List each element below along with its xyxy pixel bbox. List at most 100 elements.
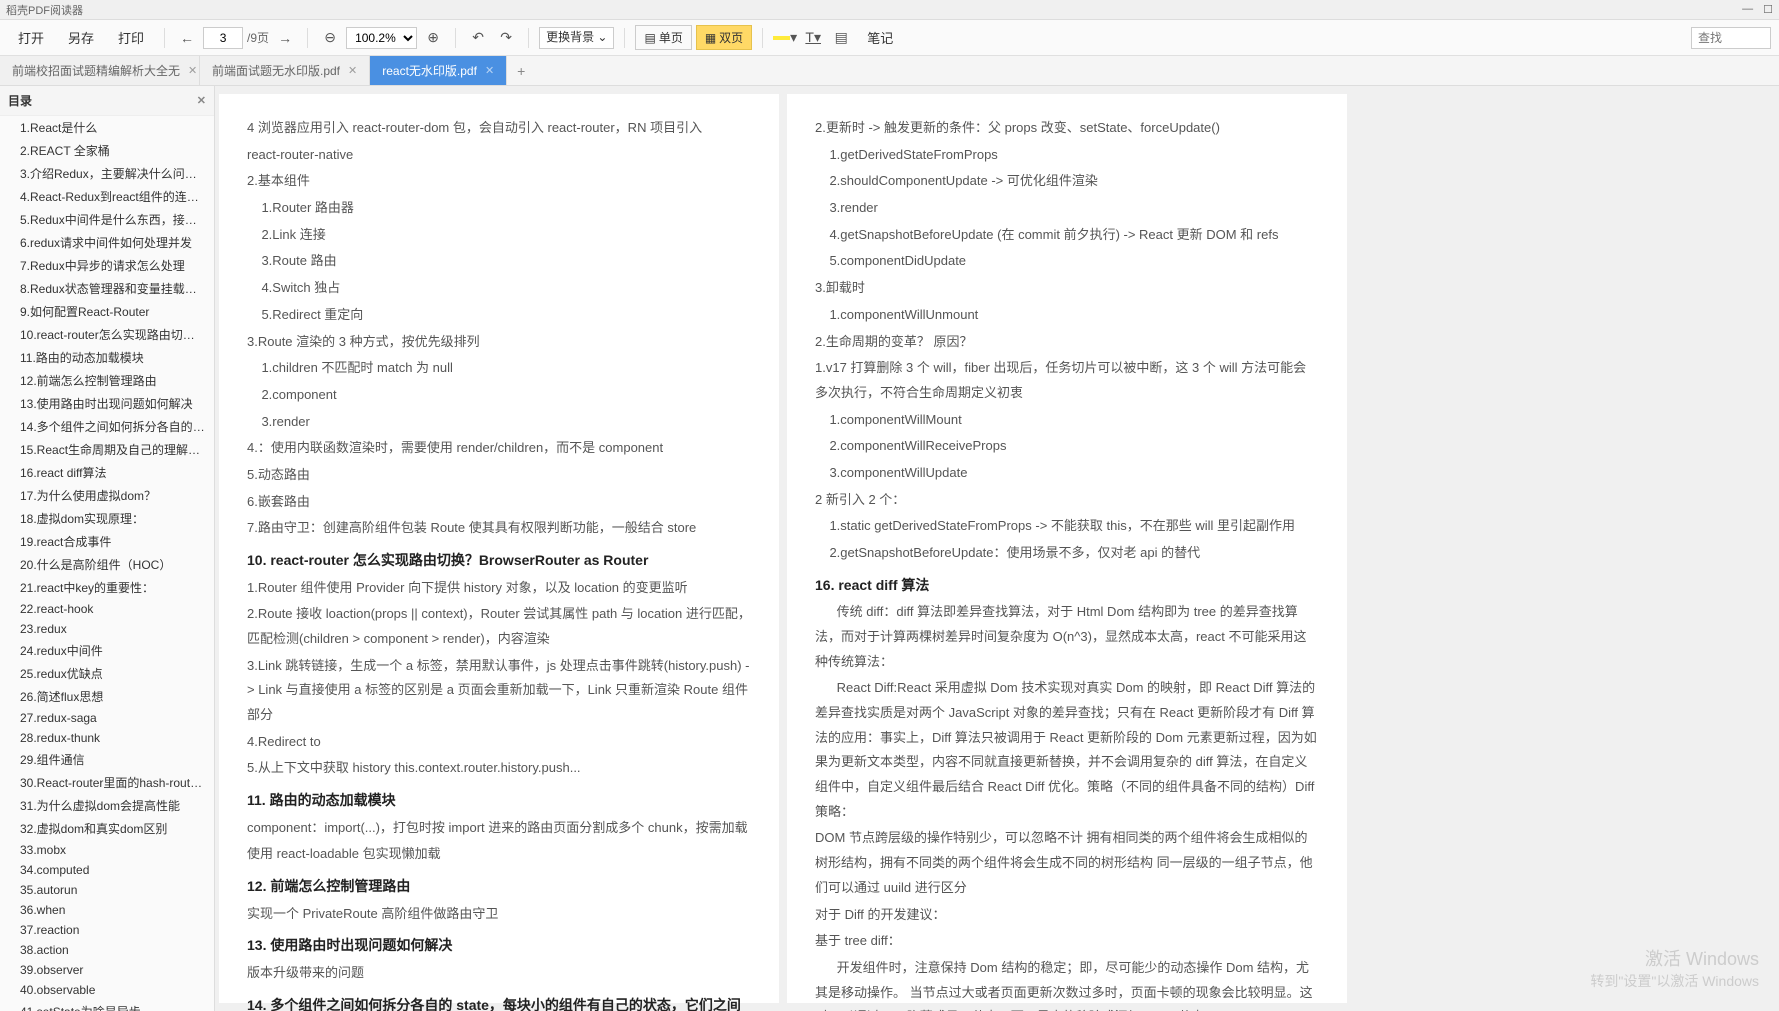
tab-bar: 前端校招面试题精编解析大全无✕前端面试题无水印版.pdf✕react无水印版.p… xyxy=(0,56,1779,86)
open-button[interactable]: 打开 xyxy=(8,24,54,51)
content-area[interactable]: 4 浏览器应用引入 react-router-dom 包，会自动引入 react… xyxy=(215,86,1779,1011)
toc-item[interactable]: 41.setState为啥是异步 xyxy=(0,1000,214,1011)
text-line: 4 浏览器应用引入 react-router-dom 包，会自动引入 react… xyxy=(247,116,751,141)
toc-item[interactable]: 10.react-router怎么实现路由切换？Browse xyxy=(0,323,214,346)
text-line: 2.shouldComponentUpdate -> 可优化组件渲染 xyxy=(815,169,1319,194)
text-line: 传统 diff：diff 算法即差异查找算法，对于 Html Dom 结构即为 … xyxy=(815,600,1319,674)
toc-item[interactable]: 14.多个组件之间如何拆分各自的state，每块 xyxy=(0,415,214,438)
text-line: 1.componentWillUnmount xyxy=(815,303,1319,328)
max-icon[interactable]: ☐ xyxy=(1763,3,1773,16)
toc-item[interactable]: 6.redux请求中间件如何处理并发 xyxy=(0,231,214,254)
zoom-out-icon[interactable]: ⊖ xyxy=(318,26,342,50)
toc-item[interactable]: 29.组件通信 xyxy=(0,748,214,771)
next-page-icon[interactable]: → xyxy=(273,26,297,50)
toc-item[interactable]: 11.路由的动态加载模块 xyxy=(0,346,214,369)
text-line: 1.v17 打算删除 3 个 will，fiber 出现后，任务切片可以被中断，… xyxy=(815,356,1319,405)
zoom-in-icon[interactable]: ⊕ xyxy=(421,26,445,50)
toc-item[interactable]: 19.react合成事件 xyxy=(0,530,214,553)
text-line: component：import(...)，打包时按 import 进来的路由页… xyxy=(247,816,751,841)
toc-item[interactable]: 12.前端怎么控制管理路由 xyxy=(0,369,214,392)
close-icon[interactable]: ✕ xyxy=(188,64,197,77)
undo-icon[interactable]: ↶ xyxy=(466,26,490,50)
text-line: react-router-native xyxy=(247,143,751,168)
tab[interactable]: 前端校招面试题精编解析大全无 ✕ xyxy=(0,56,200,85)
toc-item[interactable]: 31.为什么虚拟dom会提高性能 xyxy=(0,794,214,817)
toc-item[interactable]: 8.Redux状态管理器和变量挂载到window中 xyxy=(0,277,214,300)
text-line: 1.Router 组件使用 Provider 向下提供 history 对象，以… xyxy=(247,576,751,601)
toc-item[interactable]: 39.observer xyxy=(0,960,214,980)
text-line: 1.Router 路由器 xyxy=(247,196,751,221)
pdf-page-right: 2.更新时 -> 触发更新的条件：父 props 改变、setState、for… xyxy=(787,94,1347,1003)
separator xyxy=(762,28,763,48)
toc-item[interactable]: 15.React生命周期及自己的理解，以及V16对 xyxy=(0,438,214,461)
app-title: 稻壳PDF阅读器 xyxy=(6,2,83,18)
toc-item[interactable]: 16.react diff算法 xyxy=(0,461,214,484)
toc-item[interactable]: 38.action xyxy=(0,940,214,960)
sidebar-header: 目录 ✕ xyxy=(0,86,214,116)
toc-item[interactable]: 25.redux优缺点 xyxy=(0,662,214,685)
toc-item[interactable]: 5.Redux中间件是什么东西，接受几个参数 xyxy=(0,208,214,231)
bg-select[interactable]: 更换背景 ⌄ xyxy=(539,27,614,49)
close-icon[interactable]: ✕ xyxy=(197,94,206,107)
toc-item[interactable]: 26.简述flux思想 xyxy=(0,685,214,708)
toc-item[interactable]: 37.reaction xyxy=(0,920,214,940)
toc-item[interactable]: 40.observable xyxy=(0,980,214,1000)
page-input[interactable] xyxy=(203,27,243,49)
toc-item[interactable]: 18.虚拟dom实现原理： xyxy=(0,507,214,530)
note-button[interactable]: 笔记 xyxy=(857,24,903,51)
toc-item[interactable]: 23.redux xyxy=(0,619,214,639)
save-button[interactable]: 另存 xyxy=(58,24,104,51)
toc-item[interactable]: 17.为什么使用虚拟dom？ xyxy=(0,484,214,507)
toc-item[interactable]: 13.使用路由时出现问题如何解决 xyxy=(0,392,214,415)
redo-icon[interactable]: ↷ xyxy=(494,26,518,50)
toc-item[interactable]: 32.虚拟dom和真实dom区别 xyxy=(0,817,214,840)
toc-item[interactable]: 4.React-Redux到react组件的连接过 xyxy=(0,185,214,208)
note-icon[interactable]: ▤ xyxy=(829,26,853,50)
print-button[interactable]: 打印 xyxy=(108,24,154,51)
text-line: 开发组件时，注意保持 Dom 结构的稳定；即，尽可能少的动态操作 Dom 结构，… xyxy=(815,956,1319,1011)
tab-label: 前端面试题无水印版.pdf xyxy=(212,62,340,79)
toc-item[interactable]: 36.when xyxy=(0,900,214,920)
toc-item[interactable]: 35.autorun xyxy=(0,880,214,900)
toc-item[interactable]: 1.React是什么 xyxy=(0,116,214,139)
tab-label: 前端校招面试题精编解析大全无 xyxy=(12,62,180,79)
highlight-icon[interactable]: ▾ xyxy=(773,26,797,50)
toc-item[interactable]: 7.Redux中异步的请求怎么处理 xyxy=(0,254,214,277)
toc-item[interactable]: 9.如何配置React-Router xyxy=(0,300,214,323)
toc-item[interactable]: 34.computed xyxy=(0,860,214,880)
toc-item[interactable]: 20.什么是高阶组件（HOC） xyxy=(0,553,214,576)
text-line: 对于 Diff 的开发建议： xyxy=(815,903,1319,928)
text-line: 2.生命周期的变革？ 原因？ xyxy=(815,330,1319,355)
text-line: 3.componentWillUpdate xyxy=(815,461,1319,486)
text-line: 4.Redirect to xyxy=(247,730,751,755)
text-line: 5.componentDidUpdate xyxy=(815,249,1319,274)
tab[interactable]: react无水印版.pdf✕ xyxy=(370,56,507,85)
toc-item[interactable]: 2.REACT 全家桶 xyxy=(0,139,214,162)
text-line: 3.卸载时 xyxy=(815,276,1319,301)
toc-item[interactable]: 33.mobx xyxy=(0,840,214,860)
text-line: 3.Route 路由 xyxy=(247,249,751,274)
add-tab-button[interactable]: + xyxy=(507,57,535,85)
text-line: 7.路由守卫：创建高阶组件包装 Route 使其具有权限判断功能，一般结合 st… xyxy=(247,516,751,541)
toc-item[interactable]: 27.redux-saga xyxy=(0,708,214,728)
toc-item[interactable]: 21.react中key的重要性： xyxy=(0,576,214,599)
toc-item[interactable]: 22.react-hook xyxy=(0,599,214,619)
text-line: 1.componentWillMount xyxy=(815,408,1319,433)
toc-item[interactable]: 24.redux中间件 xyxy=(0,639,214,662)
double-page-button[interactable]: ▦ 双页 xyxy=(696,25,752,50)
search-input[interactable] xyxy=(1691,27,1771,49)
heading: 11. 路由的动态加载模块 xyxy=(247,787,751,814)
toc-item[interactable]: 30.React-router里面的hash-router和brows xyxy=(0,771,214,794)
prev-page-icon[interactable]: ← xyxy=(175,26,199,50)
toc-item[interactable]: 3.介绍Redux，主要解决什么问题？数据流程 xyxy=(0,162,214,185)
zoom-select[interactable]: 100.2% xyxy=(346,27,417,49)
close-icon[interactable]: ✕ xyxy=(348,64,357,77)
separator xyxy=(455,28,456,48)
min-icon[interactable]: — xyxy=(1742,3,1753,16)
toc-item[interactable]: 28.redux-thunk xyxy=(0,728,214,748)
tab[interactable]: 前端面试题无水印版.pdf ✕ xyxy=(200,56,370,85)
close-icon[interactable]: ✕ xyxy=(485,64,494,77)
single-page-button[interactable]: ▤ 单页 xyxy=(635,25,691,50)
text-tool-icon[interactable]: T▾ xyxy=(801,26,825,50)
text-line: 3.Route 渲染的 3 种方式，按优先级排列 xyxy=(247,330,751,355)
